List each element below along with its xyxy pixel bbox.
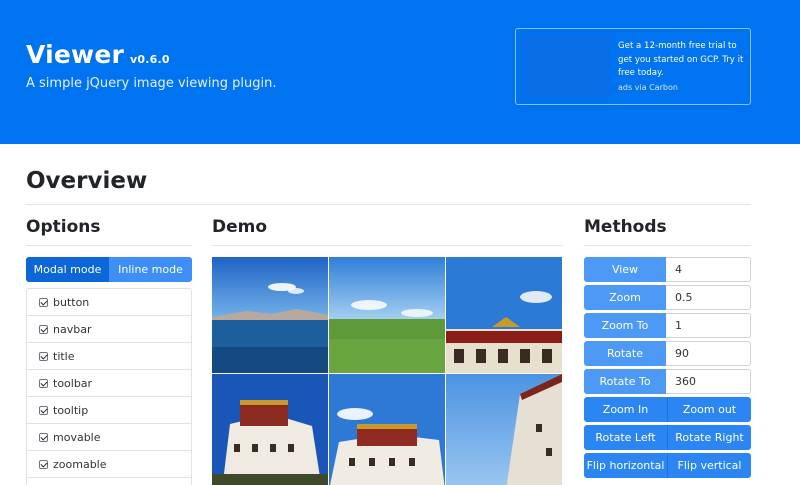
- methods-divider: [584, 245, 751, 246]
- gallery-image-lake[interactable]: [212, 257, 328, 373]
- overview-divider: [26, 204, 751, 205]
- list-item[interactable]: toolbar: [27, 370, 191, 397]
- view-button[interactable]: View: [584, 257, 666, 282]
- version-badge: v0.6.0: [130, 53, 170, 66]
- checkbox-checked-icon[interactable]: [39, 297, 48, 307]
- list-item[interactable]: title: [27, 343, 191, 370]
- gallery-image-palace-1[interactable]: [212, 374, 328, 485]
- method-row-flip-pair: Flip horizontal Flip vertical: [584, 453, 751, 478]
- method-row-rotate: Rotate 90: [584, 341, 751, 366]
- list-item[interactable]: navbar: [27, 316, 191, 343]
- checkbox-checked-icon[interactable]: [39, 405, 48, 415]
- overview-heading: Overview: [26, 168, 148, 194]
- method-row-rotate-to: Rotate To 360: [584, 369, 751, 394]
- methods-heading: Methods: [584, 217, 667, 237]
- rotate-right-button[interactable]: Rotate Right: [668, 425, 751, 450]
- options-list: button navbar title toolbar tooltip mova…: [26, 288, 192, 485]
- gallery-image-monastery[interactable]: [446, 257, 562, 373]
- rotate-to-input[interactable]: 360: [666, 369, 751, 394]
- method-row-zoom-to: Zoom To 1: [584, 313, 751, 338]
- demo-divider: [212, 245, 563, 246]
- tab-inline-mode[interactable]: Inline mode: [109, 257, 192, 282]
- ad-image: [522, 35, 610, 98]
- list-item[interactable]: button: [27, 289, 191, 316]
- rotate-button[interactable]: Rotate: [584, 341, 666, 366]
- carbon-ad[interactable]: Get a 12-month free trial to get you sta…: [515, 28, 751, 105]
- method-row-zoom: Zoom 0.5: [584, 285, 751, 310]
- checkbox-checked-icon[interactable]: [39, 378, 48, 388]
- ad-text[interactable]: Get a 12-month free trial to get you sta…: [618, 40, 746, 81]
- rotate-input[interactable]: 90: [666, 341, 751, 366]
- gallery-image-palace-2[interactable]: [329, 374, 445, 485]
- demo-gallery: [212, 257, 563, 485]
- gallery-image-wall[interactable]: [446, 374, 562, 485]
- checkbox-checked-icon[interactable]: [39, 432, 48, 442]
- checkbox-checked-icon[interactable]: [39, 351, 48, 361]
- method-row-view: View 4: [584, 257, 751, 282]
- list-item[interactable]: movable: [27, 424, 191, 451]
- method-row-zoom-pair: Zoom In Zoom out: [584, 397, 751, 422]
- demo-heading: Demo: [212, 217, 268, 237]
- view-input[interactable]: 4: [666, 257, 751, 282]
- options-divider: [26, 245, 192, 246]
- method-row-rotate-pair: Rotate Left Rotate Right: [584, 425, 751, 450]
- hero-banner: Viewer v0.6.0 A simple jQuery image viewi…: [0, 0, 800, 144]
- list-item[interactable]: tooltip: [27, 397, 191, 424]
- zoom-to-input[interactable]: 1: [666, 313, 751, 338]
- mode-tabs: Modal mode Inline mode: [26, 257, 192, 282]
- list-item[interactable]: zoomable: [27, 451, 191, 478]
- title-text: Viewer: [26, 40, 125, 69]
- options-heading: Options: [26, 217, 101, 237]
- zoom-input[interactable]: 0.5: [666, 285, 751, 310]
- rotate-left-button[interactable]: Rotate Left: [584, 425, 668, 450]
- tab-modal-mode[interactable]: Modal mode: [26, 257, 109, 282]
- list-item[interactable]: [27, 478, 191, 485]
- zoom-in-button[interactable]: Zoom In: [584, 397, 668, 422]
- checkbox-checked-icon[interactable]: [39, 324, 48, 334]
- checkbox-checked-icon[interactable]: [39, 459, 48, 469]
- rotate-to-button[interactable]: Rotate To: [584, 369, 666, 394]
- zoom-to-button[interactable]: Zoom To: [584, 313, 666, 338]
- zoom-button[interactable]: Zoom: [584, 285, 666, 310]
- gallery-image-grassland[interactable]: [329, 257, 445, 373]
- hero-title: Viewer v0.6.0: [26, 40, 170, 69]
- methods-panel: View 4 Zoom 0.5 Zoom To 1 Rotate 90 Rota…: [584, 257, 751, 481]
- ad-via-link[interactable]: ads via Carbon: [618, 83, 678, 92]
- flip-vertical-button[interactable]: Flip vertical: [668, 453, 751, 478]
- hero-subtitle: A simple jQuery image viewing plugin.: [26, 76, 277, 91]
- zoom-out-button[interactable]: Zoom out: [668, 397, 751, 422]
- flip-horizontal-button[interactable]: Flip horizontal: [584, 453, 668, 478]
